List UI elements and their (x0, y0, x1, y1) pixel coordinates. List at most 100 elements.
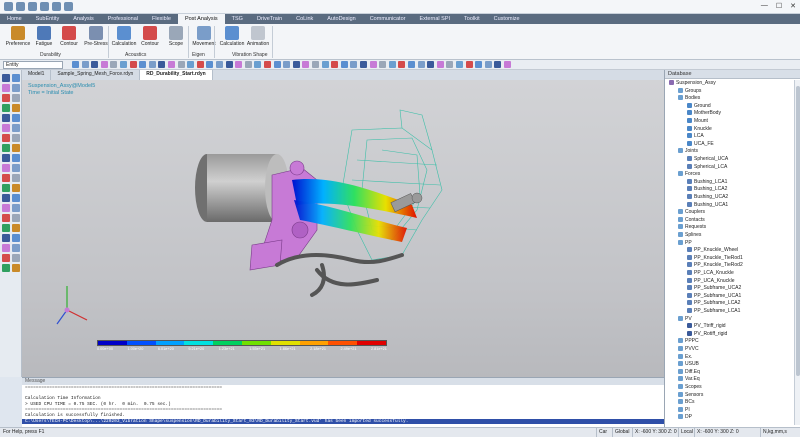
toolbar-tool-icon[interactable] (273, 61, 281, 68)
toolbar-tool-icon[interactable] (360, 61, 367, 68)
tab-tsg[interactable]: TSG (225, 14, 250, 24)
toolbar-tool-icon[interactable] (139, 61, 147, 68)
toolbar-tool-icon[interactable] (129, 61, 137, 68)
minimize-button[interactable]: — (761, 2, 768, 10)
toolbar-tool-icon[interactable] (446, 61, 454, 68)
tree-item[interactable]: USUB (678, 361, 699, 369)
toolbar-tool-icon[interactable] (340, 61, 348, 68)
toolbar-tool-icon[interactable] (465, 61, 473, 68)
left-tool-icon[interactable] (2, 204, 10, 212)
undo-icon[interactable] (52, 2, 61, 11)
toolbar-tool-icon[interactable] (484, 61, 492, 68)
left-tool-icon[interactable] (12, 114, 20, 122)
toolbar-tool-icon[interactable] (350, 61, 358, 68)
left-tool-icon[interactable] (2, 194, 10, 202)
tree-item[interactable]: Sensors (678, 391, 703, 400)
tab-subentity[interactable]: SubEntity (29, 14, 67, 24)
left-tool-icon[interactable] (12, 164, 20, 172)
doc-tab-rd-durability[interactable]: RD_Durability_Start.rdyn (140, 70, 213, 80)
tree-item[interactable]: Bushing_UCA2 (687, 194, 728, 202)
toolbar-tool-icon[interactable] (408, 61, 415, 68)
tab-home[interactable]: Home (0, 14, 29, 24)
tree-item[interactable]: MotherBody (687, 110, 721, 118)
left-tool-icon[interactable] (2, 224, 10, 232)
ribbon-button-contour-2[interactable]: Contour (55, 26, 83, 47)
tree-item[interactable]: PV (678, 315, 692, 324)
tree-item[interactable]: DP (678, 414, 692, 422)
tree-item[interactable]: Couplers (678, 209, 705, 217)
left-tool-icon[interactable] (12, 134, 20, 142)
tree-item[interactable]: Requests (678, 224, 706, 232)
toolbar-tool-icon[interactable] (302, 61, 310, 68)
left-tool-icon[interactable] (12, 94, 20, 102)
redo-icon[interactable] (64, 2, 73, 11)
toolbar-tool-icon[interactable] (388, 61, 396, 68)
toolbar-tool-icon[interactable] (283, 61, 291, 68)
left-tool-icon[interactable] (12, 254, 20, 262)
tree-item[interactable]: PP_Subframe_UCA2 (687, 285, 741, 293)
left-tool-icon[interactable] (2, 94, 10, 102)
tree-item[interactable]: Spherical_UCA (687, 156, 728, 164)
tree-item[interactable]: PP_LCA_Knuckle (687, 270, 734, 278)
tree-item[interactable]: PVVC (678, 346, 699, 354)
left-tool-icon[interactable] (12, 264, 20, 272)
toolbar-tool-icon[interactable] (312, 61, 319, 68)
tree-item[interactable]: Mount (687, 118, 708, 126)
toolbar-tool-icon[interactable] (456, 61, 463, 68)
tab-flexible[interactable]: Flexible (145, 14, 178, 24)
tab-drivetrain[interactable]: DriveTrain (250, 14, 289, 24)
tree-item[interactable]: PP_Subframe_LCA1 (687, 308, 740, 316)
toolbar-tool-icon[interactable] (475, 61, 483, 68)
left-tool-icon[interactable] (2, 174, 10, 182)
tab-post-analysis[interactable]: Post Analysis (177, 14, 225, 24)
left-tool-icon[interactable] (12, 84, 20, 92)
tab-external-spi[interactable]: External SPI (412, 14, 457, 24)
toolbar-tool-icon[interactable] (225, 61, 233, 68)
tab-customize[interactable]: Customize (487, 14, 527, 24)
tab-communicator[interactable]: Communicator (363, 14, 413, 24)
tree-item[interactable]: Suspension_Assy (669, 80, 716, 88)
toolbar-tool-icon[interactable] (427, 61, 435, 68)
toolbar-tool-icon[interactable] (235, 61, 243, 68)
toolbar-tool-icon[interactable] (216, 61, 223, 68)
tree-scroll-thumb[interactable] (796, 86, 800, 376)
left-tool-icon[interactable] (12, 74, 20, 82)
toolbar-tool-icon[interactable] (504, 61, 511, 68)
tree-item[interactable]: Bushing_UCA1 (687, 201, 728, 210)
tree-item[interactable]: Bushing_LCA1 (687, 178, 727, 187)
tab-professional[interactable]: Professional (101, 14, 145, 24)
tree-item[interactable]: PP_Subframe_UCA1 (687, 292, 741, 301)
tree-item[interactable]: Ground (687, 102, 711, 111)
tree-item[interactable]: Bushing_LCA2 (687, 186, 727, 194)
new-file-icon[interactable] (16, 2, 25, 11)
tab-autodesign[interactable]: AutoDesign (320, 14, 362, 24)
left-tool-icon[interactable] (2, 114, 10, 122)
toolbar-tool-icon[interactable] (168, 61, 175, 68)
left-tool-icon[interactable] (12, 244, 20, 252)
toolbar-tool-icon[interactable] (100, 61, 108, 68)
left-tool-icon[interactable] (2, 144, 10, 152)
toolbar-tool-icon[interactable] (369, 61, 377, 68)
ribbon-button-fatigue-1[interactable]: Fatigue (30, 26, 58, 47)
ribbon-button-animation-9[interactable]: Animation (244, 26, 272, 47)
tree-item[interactable]: Bodies (678, 95, 700, 103)
suspension-model[interactable] (22, 80, 664, 377)
tree-item[interactable]: PP_Subframe_LCA2 (687, 300, 740, 308)
toolbar-tool-icon[interactable] (91, 61, 99, 68)
tree-item[interactable]: Forces (678, 171, 700, 179)
toolbar-tool-icon[interactable] (264, 61, 271, 68)
toolbar-tool-icon[interactable] (254, 61, 262, 68)
toolbar-tool-icon[interactable] (148, 61, 156, 68)
toolbar-tool-icon[interactable] (120, 61, 127, 68)
ribbon-button-calculation-8[interactable]: Calculation (218, 26, 246, 47)
toolbar-tool-icon[interactable] (72, 61, 79, 68)
tree-item[interactable]: BCs (678, 399, 694, 407)
toolbar-tool-icon[interactable] (206, 61, 214, 68)
left-tool-icon[interactable] (2, 234, 10, 242)
tree-item[interactable]: PV_Ttriff_rigid (687, 323, 726, 331)
tree-item[interactable]: PV_Rotiff_rigid (687, 330, 727, 339)
left-tool-icon[interactable] (2, 154, 10, 162)
tree-item[interactable]: PP_Knuckle_TieRod1 (687, 254, 743, 263)
app-logo-icon[interactable] (4, 2, 13, 11)
tab-colink[interactable]: CoLink (289, 14, 320, 24)
